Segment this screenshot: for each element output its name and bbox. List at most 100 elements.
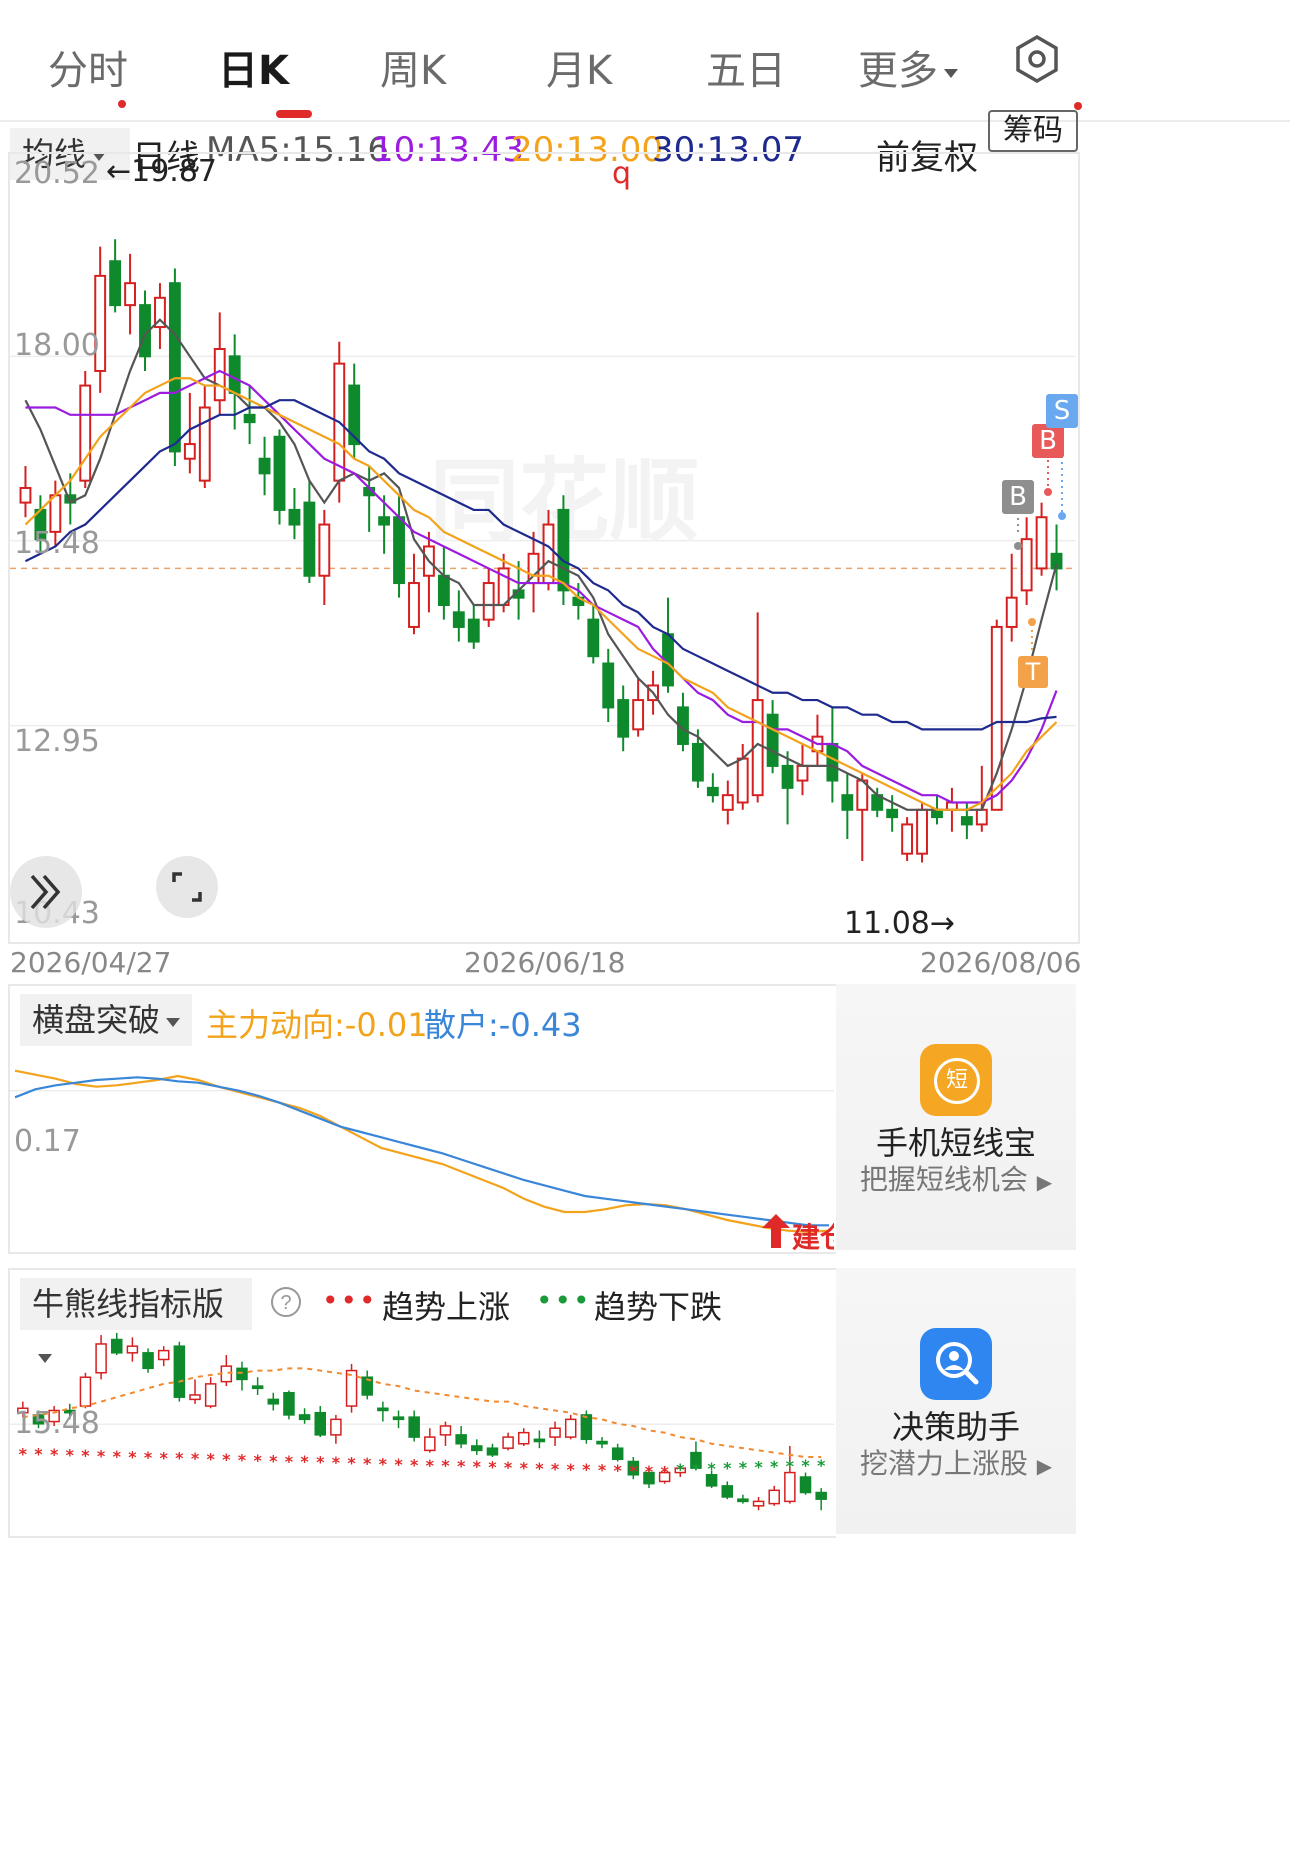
candle-body bbox=[617, 699, 630, 738]
mini-candle bbox=[564, 1414, 577, 1440]
mini-candle-body bbox=[471, 1445, 483, 1452]
uptrend-dots-icon: ••• bbox=[322, 1284, 378, 1317]
chevron-down-icon bbox=[166, 1017, 181, 1027]
mini-candle bbox=[361, 1370, 373, 1400]
settings-icon[interactable] bbox=[1012, 34, 1062, 84]
indicator2-chart[interactable]: * * * * * * * * * * * * * * * * * * * * * * * * * * * * * * * * * * * * * * * *… bbox=[10, 1320, 834, 1534]
signal-b-gray[interactable]: B bbox=[1002, 480, 1034, 514]
candle-body bbox=[766, 713, 779, 767]
uptrend-dot: * bbox=[645, 1462, 654, 1481]
uptrend-dot: * bbox=[191, 1449, 200, 1468]
mini-candle-body bbox=[517, 1431, 530, 1445]
kline-chart[interactable]: 同花顺 bbox=[10, 154, 1076, 940]
uptrend-dot: * bbox=[410, 1455, 419, 1474]
candle bbox=[467, 604, 480, 649]
uptrend-dot: * bbox=[300, 1452, 309, 1471]
mini-candle bbox=[596, 1437, 608, 1449]
downtrend-dot: * bbox=[707, 1459, 716, 1478]
mini-candle-body bbox=[439, 1425, 452, 1436]
signal-b-red[interactable]: B bbox=[1032, 424, 1064, 458]
uptrend-dot: * bbox=[598, 1461, 607, 1480]
mini-candle bbox=[298, 1408, 311, 1424]
fullscreen-icon bbox=[172, 872, 202, 902]
ad-decision-assistant[interactable]: 决策助手 挖潜力上涨股 ▶ bbox=[836, 1268, 1076, 1534]
candle bbox=[706, 773, 719, 803]
x-date-start: 2026/04/27 bbox=[10, 946, 172, 979]
candle bbox=[632, 678, 645, 737]
mini-candle-body bbox=[95, 1343, 107, 1374]
mini-candle bbox=[236, 1361, 248, 1391]
candle-body bbox=[243, 413, 256, 424]
tab-monthly-k[interactable]: 月K bbox=[546, 38, 612, 96]
ad2-subtitle: 挖潜力上涨股 ▶ bbox=[836, 1442, 1076, 1482]
indicator1-chart[interactable] bbox=[10, 1050, 834, 1250]
candle-body bbox=[393, 516, 405, 585]
mini-candle-body bbox=[189, 1394, 201, 1401]
candle-body bbox=[736, 757, 749, 804]
tab-more[interactable]: 更多 bbox=[858, 38, 958, 96]
mini-candle-body bbox=[142, 1352, 154, 1370]
tab-daily-k[interactable]: 日K bbox=[218, 38, 289, 96]
tab-weekly-k[interactable]: 周K bbox=[380, 38, 446, 96]
signal-t-orange[interactable]: T bbox=[1018, 656, 1048, 688]
min-price-label: 11.08→ bbox=[844, 906, 956, 941]
mini-candle bbox=[314, 1406, 327, 1438]
fullscreen-button[interactable] bbox=[156, 856, 218, 918]
period-tab-bar: 分时 日K 周K 月K 五日 更多 bbox=[0, 0, 1290, 122]
indicator1-selector[interactable]: 横盘突破 bbox=[20, 994, 192, 1046]
tab-intraday[interactable]: 分时 bbox=[48, 38, 128, 96]
question-circle-icon[interactable]: ? bbox=[270, 1286, 302, 1318]
candle bbox=[437, 546, 450, 620]
uptrend-dot: * bbox=[488, 1458, 497, 1477]
mini-candle bbox=[173, 1341, 186, 1402]
candle-body bbox=[1035, 516, 1048, 570]
mini-candle-body bbox=[721, 1485, 734, 1498]
mini-candle bbox=[95, 1335, 107, 1380]
mini-candle bbox=[752, 1496, 765, 1511]
event-marker[interactable]: q bbox=[612, 156, 631, 191]
x-date-mid: 2026/06/18 bbox=[464, 946, 626, 979]
candle-body bbox=[916, 808, 928, 855]
ad1-subtitle-text: 把握短线机会 bbox=[859, 1163, 1028, 1196]
candle bbox=[766, 700, 779, 774]
uptrend-dot: * bbox=[660, 1462, 669, 1481]
candle bbox=[557, 495, 570, 605]
mini-candle-body bbox=[392, 1416, 405, 1421]
mini-candle bbox=[799, 1472, 812, 1495]
candle-body bbox=[706, 786, 719, 797]
candle-body bbox=[408, 582, 420, 628]
uptrend-dot: * bbox=[206, 1450, 215, 1469]
downtrend-dot: * bbox=[817, 1456, 826, 1475]
svg-text:?: ? bbox=[280, 1292, 291, 1314]
mini-candle bbox=[455, 1426, 467, 1449]
mini-candle-body bbox=[79, 1376, 92, 1407]
uptrend-dot: * bbox=[222, 1450, 231, 1469]
mini-candle bbox=[267, 1392, 280, 1411]
uptrend-dot: * bbox=[128, 1447, 137, 1466]
mini-candle-body bbox=[283, 1391, 295, 1416]
uptrend-dot: * bbox=[50, 1445, 59, 1464]
mini-candle bbox=[737, 1494, 749, 1504]
signal-s-blue[interactable]: S bbox=[1046, 394, 1078, 428]
mini-candle bbox=[377, 1401, 389, 1422]
tab-five-day[interactable]: 五日 bbox=[706, 38, 786, 96]
indicator2-y-tick: 15.48 bbox=[14, 1406, 100, 1441]
candle bbox=[94, 246, 107, 393]
mini-candle bbox=[251, 1377, 264, 1395]
candle-body bbox=[482, 582, 495, 621]
mini-candle-body bbox=[752, 1500, 765, 1507]
chips-button[interactable]: 筹码 bbox=[988, 110, 1078, 152]
short-term-treasure-icon: 短 bbox=[920, 1044, 992, 1116]
mini-candle-body bbox=[580, 1414, 593, 1441]
uptrend-dot: * bbox=[332, 1453, 341, 1472]
candle-body bbox=[542, 523, 555, 585]
candle-body bbox=[721, 794, 734, 811]
candle bbox=[452, 590, 465, 642]
candle-body bbox=[258, 457, 271, 475]
candle-body bbox=[901, 823, 914, 855]
mini-candle-body bbox=[784, 1471, 796, 1503]
mini-candle bbox=[486, 1443, 499, 1458]
ad-short-term-treasure[interactable]: 短 手机短线宝 把握短线机会 ▶ bbox=[836, 984, 1076, 1250]
candle bbox=[721, 780, 734, 825]
expand-left-button[interactable] bbox=[10, 856, 82, 928]
